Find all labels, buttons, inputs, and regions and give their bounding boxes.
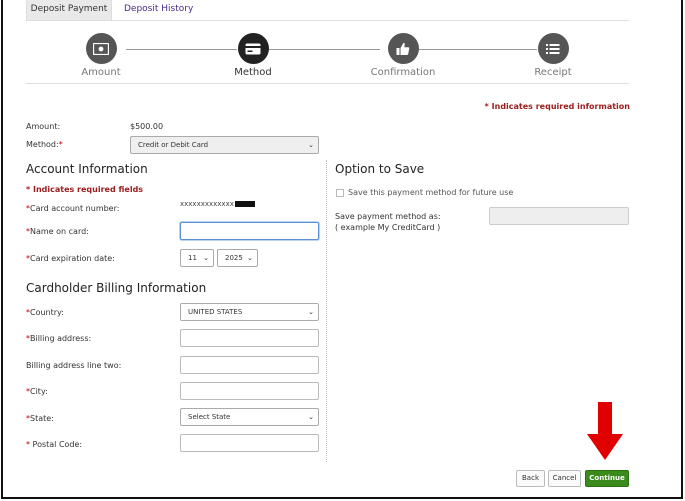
card-number-value: xxxxxxxxxxxxx — [180, 200, 255, 208]
step-label: Receipt — [534, 67, 572, 78]
expiry-year-select[interactable]: 2025 ⌄ — [217, 249, 258, 267]
billing-address-input[interactable] — [180, 329, 319, 347]
continue-button[interactable]: Continue — [585, 470, 629, 487]
cancel-button[interactable]: Cancel — [548, 470, 581, 487]
chevron-down-icon: ⌄ — [247, 254, 253, 262]
step-amount: Amount — [51, 33, 151, 78]
billing-info-heading: Cardholder Billing Information — [26, 281, 207, 295]
save-as-input[interactable] — [489, 207, 629, 225]
step-label: Method — [234, 67, 272, 78]
save-method-checkbox-label: Save this payment method for future use — [348, 188, 514, 197]
account-info-heading: Account Information — [26, 162, 148, 176]
chevron-down-icon: ⌄ — [203, 254, 209, 262]
billing-address2-input[interactable] — [180, 356, 319, 374]
required-marker: * — [58, 140, 63, 149]
country-label: *Country: — [26, 308, 64, 317]
back-button[interactable]: Back — [516, 470, 545, 487]
red-arrow-icon — [587, 402, 623, 460]
step-confirmation: Confirmation — [353, 33, 453, 78]
method-label: Method:* — [26, 140, 63, 149]
name-on-card-label: *Name on card: — [26, 227, 89, 236]
step-label: Confirmation — [370, 67, 436, 78]
redaction-mark — [234, 201, 255, 207]
section-divider — [326, 160, 327, 462]
name-on-card-input[interactable] — [180, 222, 319, 240]
country-select[interactable]: UNITED STATES ⌄ — [180, 303, 319, 321]
tab-deposit-payment[interactable]: Deposit Payment — [26, 0, 112, 21]
chevron-down-icon: ⌄ — [308, 308, 314, 316]
list-icon — [537, 33, 569, 64]
save-as-example: ( example My CreditCard ) — [335, 223, 441, 232]
postal-code-input[interactable] — [180, 434, 319, 452]
city-label: *City: — [26, 387, 48, 396]
postal-code-label: * Postal Code: — [26, 440, 83, 449]
money-icon — [85, 33, 117, 64]
state-select[interactable]: Select State ⌄ — [180, 408, 319, 426]
tab-deposit-history[interactable]: Deposit History — [124, 0, 194, 21]
card-number-label: *Card account number: — [26, 204, 120, 213]
step-receipt: Receipt — [503, 33, 603, 78]
expiry-month-select[interactable]: 11 ⌄ — [180, 249, 214, 267]
save-as-label: Save payment method as: — [335, 212, 441, 221]
required-info-note: * Indicates required information — [484, 102, 630, 111]
chevron-down-icon: ⌄ — [308, 413, 314, 421]
amount-value: $500.00 — [130, 122, 164, 131]
option-to-save-heading: Option to Save — [335, 162, 425, 176]
progress-stepper: Amount Method Confirmation Receipt — [26, 24, 629, 84]
city-input[interactable] — [180, 382, 319, 400]
billing-address2-label: Billing address line two: — [26, 361, 122, 370]
amount-label: Amount: — [26, 122, 61, 131]
required-fields-note: * Indicates required fields — [26, 185, 144, 194]
method-select[interactable]: Credit or Debit Card ⌄ — [130, 136, 319, 154]
expiry-label: *Card expiration date: — [26, 254, 115, 263]
thumbs-up-icon — [387, 33, 419, 64]
step-method: Method — [203, 33, 303, 78]
tab-bar: Deposit Payment Deposit History — [26, 0, 629, 21]
state-label: *State: — [26, 414, 54, 423]
billing-address-label: *Billing address: — [26, 334, 92, 343]
credit-card-icon — [237, 33, 269, 64]
step-label: Amount — [81, 67, 121, 78]
save-method-checkbox[interactable] — [336, 189, 344, 197]
chevron-down-icon: ⌄ — [308, 141, 314, 149]
